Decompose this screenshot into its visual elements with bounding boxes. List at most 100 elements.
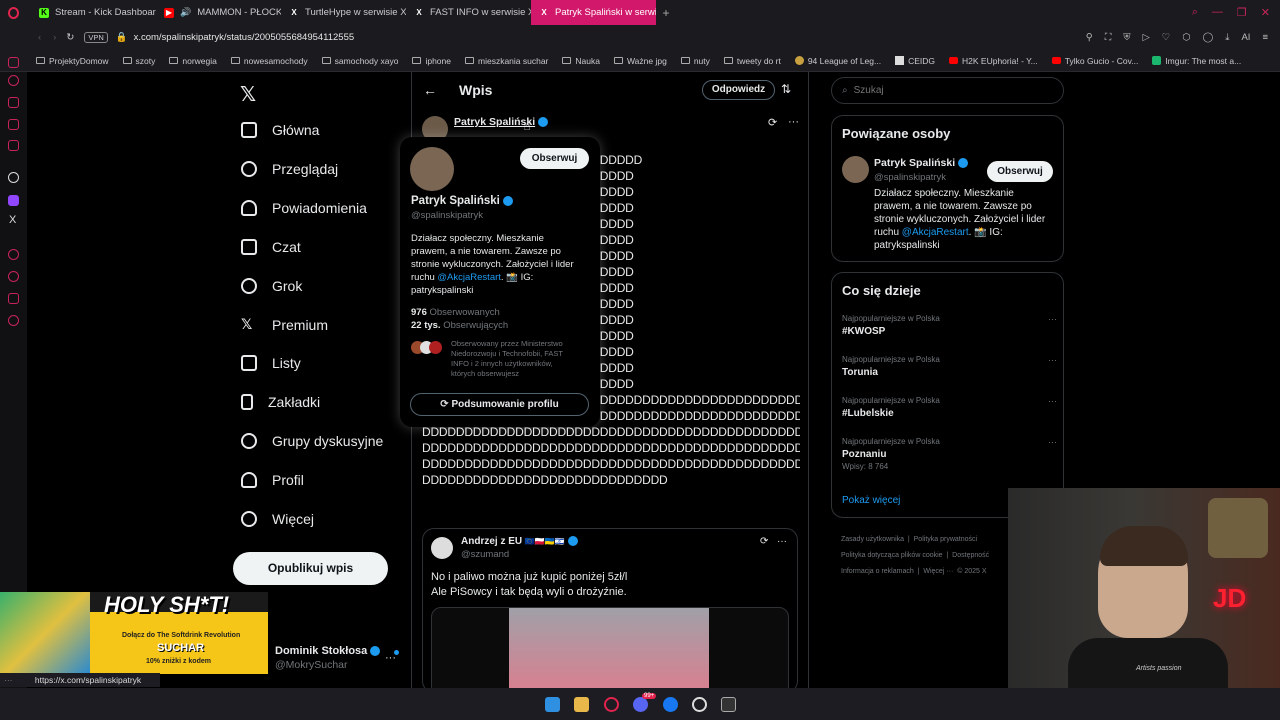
nav-premium[interactable]: 𝕏 Premium — [241, 316, 328, 333]
avatar[interactable] — [410, 147, 454, 191]
close-window-icon[interactable]: ✕ — [1261, 6, 1270, 19]
obs-icon[interactable] — [692, 697, 707, 712]
search-box[interactable]: ⌕ — [831, 77, 1064, 104]
nav-communities[interactable]: Grupy dyskusyjne — [241, 433, 383, 449]
bookmark-folder[interactable]: ProjektyDomow — [36, 56, 109, 66]
settings-icon[interactable] — [8, 315, 19, 326]
mention-link[interactable]: @AkcjaRestart — [437, 272, 501, 283]
sidebar-icon[interactable] — [8, 140, 19, 151]
bookmark-link[interactable]: Tylko Gucio - Cov... — [1051, 56, 1138, 66]
footer-link[interactable]: Polityka dotycząca plików cookie — [841, 552, 943, 559]
mention-link[interactable]: @AkcjaRestart — [902, 227, 969, 238]
post-button[interactable]: Opublikuj wpis — [233, 552, 388, 585]
bookmark-folder[interactable]: tweety do rt — [723, 56, 781, 66]
quote-more-icon[interactable]: ··· — [777, 536, 787, 547]
avatar[interactable] — [842, 156, 869, 183]
gas-station-image[interactable] — [509, 608, 709, 690]
reload-icon[interactable]: ↻ — [66, 32, 74, 43]
sidebar-icon[interactable] — [8, 249, 19, 260]
post-more-icon[interactable]: ··· — [788, 116, 799, 128]
tab-kick[interactable]: K Stream - Kick Dashboard — [31, 0, 156, 25]
minimize-icon[interactable]: — — [1212, 6, 1223, 19]
x-icon[interactable]: X — [9, 214, 16, 226]
shield-icon[interactable]: ⛨ — [1123, 32, 1130, 43]
bookmark-folder[interactable]: iphone — [412, 56, 451, 66]
profile-summary-button[interactable]: ⟳ Podsumowanie profilu — [410, 393, 589, 416]
heart-icon[interactable]: ♡ — [1162, 32, 1171, 43]
nav-home[interactable]: Główna — [241, 122, 319, 138]
pin-icon[interactable]: ⚲ — [1086, 32, 1093, 43]
trend-more-icon[interactable]: ··· — [1048, 437, 1057, 447]
follow-button[interactable]: Obserwuj — [987, 161, 1053, 182]
quote-author[interactable]: Andrzej z EU 🇪🇺🇵🇱🇺🇦🇮🇱 — [461, 536, 578, 547]
trend-item[interactable]: Najpopularniejsze w Polska Torunia ··· — [842, 355, 1057, 385]
filter-icon[interactable]: ⇅ — [781, 82, 791, 96]
show-more-link[interactable]: Pokaż więcej — [842, 495, 900, 506]
forward-icon[interactable]: › — [53, 32, 56, 43]
bookmark-link[interactable]: Imgur: The most a... — [1152, 56, 1241, 66]
download-icon[interactable]: ⤓ — [1225, 32, 1229, 43]
extensions-icon[interactable]: ⬡ — [1182, 32, 1190, 43]
post-author[interactable]: Patryk Spaliński — [454, 116, 549, 128]
menu-icon[interactable]: ≡ — [1262, 32, 1268, 43]
back-arrow-icon[interactable]: ← — [423, 82, 437, 98]
facebook-icon[interactable] — [663, 697, 678, 712]
tab-patryk[interactable]: X Patryk Spaliński w serwisi — [531, 0, 656, 25]
related-name[interactable]: Patryk Spaliński — [874, 157, 969, 169]
windows-start-icon[interactable] — [545, 697, 560, 712]
followers-count[interactable]: 22 tys. Obserwujących — [411, 320, 508, 331]
trend-item[interactable]: Najpopularniejsze w Polska #Lubelskie ··… — [842, 396, 1057, 426]
sidebar-icon[interactable] — [8, 119, 19, 130]
follow-button[interactable]: Obserwuj — [520, 148, 589, 169]
trend-item[interactable]: Najpopularniejsze w Polska #KWOSP ··· — [842, 314, 1057, 344]
nav-explore[interactable]: Przeglądaj — [241, 161, 338, 177]
footer-link[interactable]: Informacja o reklamach — [841, 568, 914, 575]
footer-link[interactable]: Zasady użytkownika — [841, 536, 904, 543]
x-logo[interactable]: 𝕏 — [240, 82, 256, 107]
trend-item[interactable]: Najpopularniejsze w Polska Poznaniu Wpis… — [842, 437, 1057, 479]
bookmark-link[interactable]: 94 League of Leg... — [794, 56, 881, 66]
search-input[interactable] — [853, 85, 1034, 96]
bookmark-folder[interactable]: norwegia — [169, 56, 217, 66]
ai-icon[interactable]: AI — [1241, 32, 1250, 43]
nav-bookmarks[interactable]: Zakładki — [241, 394, 320, 410]
profile-icon[interactable]: ◯ — [1203, 32, 1214, 43]
sidebar-icon[interactable] — [8, 75, 19, 86]
bookmark-link[interactable]: CEIDG — [895, 56, 935, 66]
history-icon[interactable] — [8, 271, 19, 282]
tab-mammon[interactable]: ▶🔊MAMMON - PŁOCKIE — [156, 0, 281, 25]
following-count[interactable]: 976 Obserwowanych — [411, 307, 500, 318]
bookmark-link[interactable]: H2K EUphoria! - Y... — [949, 56, 1038, 66]
bookmark-folder[interactable]: mieszkania suchar — [465, 56, 548, 66]
footer-link[interactable]: Polityka prywatności — [914, 536, 977, 543]
back-icon[interactable]: ‹ — [38, 32, 41, 43]
reply-button[interactable]: Odpowiedz — [702, 80, 775, 100]
account-name[interactable]: Dominik Stokłosa — [275, 645, 381, 657]
tab-turtlehype[interactable]: X TurtleHype w serwisie X: — [281, 0, 406, 25]
avatar[interactable] — [431, 537, 453, 559]
snapshot-icon[interactable]: ⛶ — [1105, 32, 1112, 43]
play-icon[interactable]: ▷ — [1142, 32, 1149, 43]
nav-lists[interactable]: Listy — [241, 355, 301, 371]
hovercard-name[interactable]: Patryk Spaliński — [411, 195, 513, 207]
nav-notifications[interactable]: Powiadomienia — [241, 200, 367, 216]
maximize-icon[interactable]: ❐ — [1237, 6, 1247, 19]
bookmark-folder[interactable]: samochody xayo — [321, 56, 398, 66]
discord-icon[interactable] — [633, 697, 648, 712]
url-field[interactable]: x.com/spalinskipatryk/status/20050556849… — [134, 32, 355, 43]
vpn-badge[interactable]: VPN — [84, 32, 108, 43]
sidebar-icon[interactable] — [8, 293, 19, 304]
twitch-icon[interactable] — [8, 195, 19, 206]
bookmark-folder[interactable]: Nauka — [562, 56, 600, 66]
bookmark-folder[interactable]: nowesamochody — [230, 56, 308, 66]
grok-icon[interactable]: ⟳ — [768, 116, 777, 129]
opera-menu-icon[interactable] — [0, 0, 26, 25]
new-tab-button[interactable]: + — [656, 6, 676, 20]
speaker-icon[interactable]: 🔊 — [180, 7, 191, 18]
bookmark-folder[interactable]: szoty — [122, 56, 155, 66]
nav-chat[interactable]: Czat — [241, 239, 301, 255]
nav-profile[interactable]: Profil — [241, 472, 304, 488]
footer-link[interactable]: Więcej ··· — [923, 568, 953, 575]
nav-more[interactable]: Więcej — [241, 511, 314, 527]
search-tabs-icon[interactable]: ⌕ — [1192, 6, 1198, 19]
